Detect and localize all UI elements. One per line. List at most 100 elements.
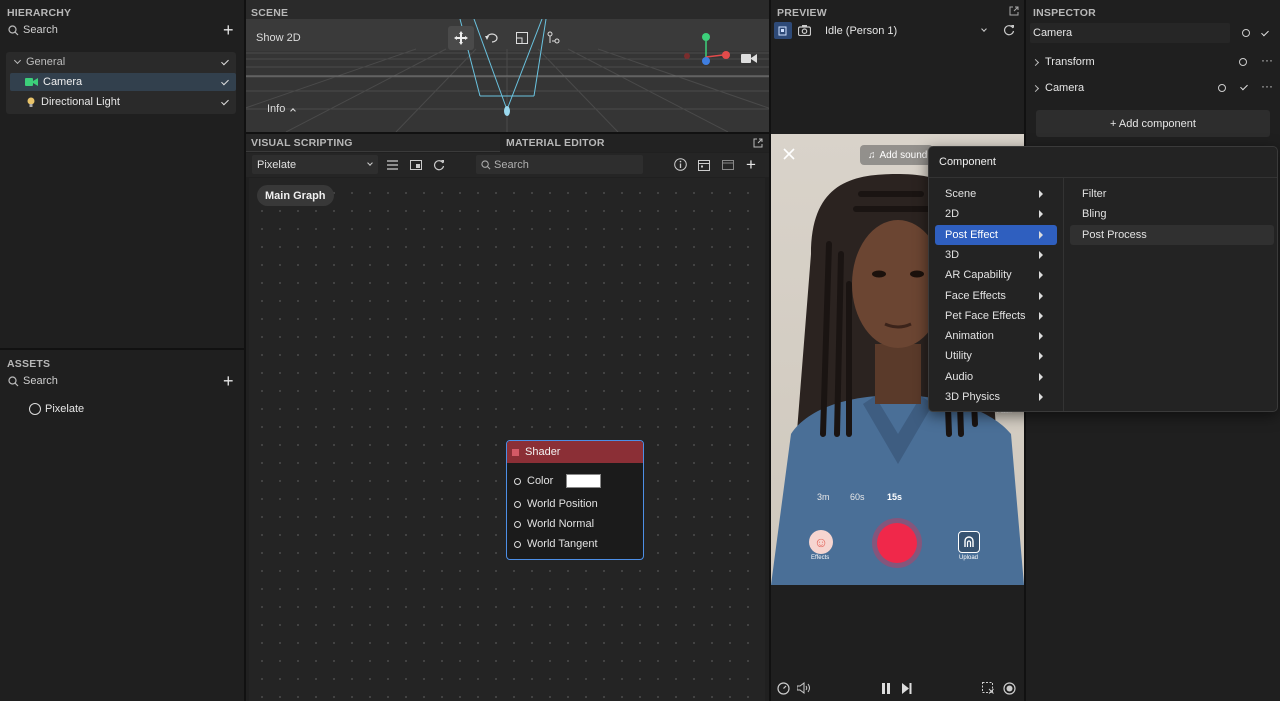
menu-item-utility[interactable]: Utility <box>935 346 1057 366</box>
snapshot-camera-icon[interactable] <box>798 25 811 36</box>
tree-item-directional-light[interactable]: Directional Light <box>10 93 236 111</box>
preview-mode-select[interactable]: Idle (Person 1) <box>821 22 991 40</box>
visibility-check-icon[interactable] <box>220 57 231 68</box>
material-icon <box>29 403 41 415</box>
volume-icon[interactable] <box>797 682 811 694</box>
menu-item-pet-face-effects[interactable]: Pet Face Effects <box>935 306 1057 326</box>
popout-icon[interactable] <box>1009 6 1019 16</box>
port-circle-icon[interactable] <box>514 540 521 548</box>
chevron-right-icon[interactable] <box>1031 84 1040 92</box>
list-icon[interactable] <box>387 160 398 170</box>
port-world-position[interactable]: World Position <box>514 498 598 510</box>
menu-item-audio[interactable]: Audio <box>935 367 1057 387</box>
enabled-check-icon[interactable] <box>1260 28 1271 39</box>
tab-visual-scripting[interactable]: VISUAL SCRIPTING <box>246 134 500 152</box>
hierarchy-title: HIERARCHY <box>7 7 72 19</box>
submenu-item-bling[interactable]: Bling <box>1070 204 1274 224</box>
scene-grid <box>246 19 769 132</box>
menu-item-2d[interactable]: 2D <box>935 204 1057 224</box>
port-color[interactable]: Color <box>514 474 602 488</box>
menu-item-scene[interactable]: Scene <box>935 184 1057 204</box>
duration-60s[interactable]: 60s <box>850 492 865 502</box>
calendar-icon[interactable] <box>698 159 710 171</box>
chevron-right-icon[interactable] <box>1031 58 1040 66</box>
duration-15s[interactable]: 15s <box>887 492 902 502</box>
menu-item-animation[interactable]: Animation <box>935 326 1057 346</box>
color-swatch[interactable] <box>566 474 602 488</box>
scale-icon[interactable] <box>516 32 528 44</box>
port-circle-icon[interactable] <box>514 500 521 508</box>
add-node-button[interactable]: + <box>746 156 756 173</box>
record-button[interactable] <box>872 518 922 568</box>
move-icon <box>454 31 468 45</box>
fullscreen-icon[interactable] <box>982 682 994 694</box>
pivot-icon[interactable] <box>547 31 560 44</box>
popout-icon[interactable] <box>753 138 763 148</box>
radio-dot-icon[interactable] <box>1239 58 1247 66</box>
add-asset-button[interactable]: + <box>223 372 234 390</box>
menu-item-3d-physics[interactable]: 3D Physics <box>935 387 1057 407</box>
port-world-normal[interactable]: World Normal <box>514 518 594 530</box>
visibility-check-icon[interactable] <box>220 97 231 108</box>
visibility-check-icon[interactable] <box>220 77 231 88</box>
caret-right-icon <box>1039 271 1043 279</box>
vs-search[interactable]: Search <box>476 155 643 174</box>
shader-node-header[interactable]: Shader <box>507 441 643 463</box>
frame-icon[interactable] <box>410 160 422 170</box>
add-component-button[interactable]: + Add component <box>1036 110 1270 137</box>
hierarchy-search-placeholder: Search <box>23 24 58 36</box>
menu-item-label: AR Capability <box>945 269 1012 281</box>
add-object-button[interactable]: + <box>223 21 234 39</box>
port-world-tangent[interactable]: World Tangent <box>514 538 598 550</box>
info-icon[interactable] <box>674 158 687 171</box>
more-icon[interactable]: ··· <box>1261 79 1273 93</box>
close-preview-button[interactable] <box>783 148 795 160</box>
enabled-check-icon[interactable] <box>1239 82 1250 93</box>
visual-scripting-panel: VISUAL SCRIPTING MATERIAL EDITOR Pixelat… <box>246 134 769 701</box>
submenu-item-post-process[interactable]: Post Process <box>1070 225 1274 245</box>
radio-dot-icon[interactable] <box>1218 84 1226 92</box>
speed-icon[interactable] <box>777 682 790 695</box>
menu-item-ar-capability[interactable]: AR Capability <box>935 265 1057 285</box>
chevron-down-icon[interactable] <box>13 56 22 65</box>
menu-item-3d[interactable]: 3D <box>935 245 1057 265</box>
radio-dot-icon[interactable] <box>1242 29 1250 37</box>
submenu-item-filter[interactable]: Filter <box>1070 184 1274 204</box>
move-tool-button[interactable] <box>448 26 474 50</box>
panel-icon[interactable] <box>722 160 734 170</box>
graph-select[interactable]: Pixelate <box>252 155 378 174</box>
menu-item-post-effect[interactable]: Post Effect <box>935 225 1057 245</box>
more-icon[interactable]: ··· <box>1261 53 1273 67</box>
scene-viewport[interactable]: Show 2D Info <box>246 19 769 132</box>
duration-3m[interactable]: 3m <box>817 492 830 502</box>
graph-canvas[interactable]: Main Graph Shader Color World Position W… <box>249 178 765 701</box>
port-circle-icon[interactable] <box>514 520 521 528</box>
camera-view-icon[interactable] <box>741 53 757 64</box>
rotate-icon[interactable] <box>485 32 499 44</box>
main-graph-tab[interactable]: Main Graph <box>257 185 334 206</box>
upload-button[interactable] <box>958 531 980 553</box>
component-camera[interactable]: Camera ··· <box>1026 78 1280 98</box>
shader-node[interactable]: Shader Color World Position World Normal… <box>506 440 644 560</box>
port-circle-icon[interactable] <box>514 477 521 485</box>
tree-item-camera[interactable]: Camera <box>10 73 236 91</box>
asset-item-pixelate[interactable]: Pixelate <box>29 403 84 415</box>
pause-icon[interactable] <box>881 683 891 694</box>
effects-button[interactable]: ☺ <box>809 530 833 554</box>
add-sound-button[interactable]: ♫ Add sound <box>860 145 934 165</box>
refresh-icon[interactable] <box>433 159 445 171</box>
menu-item-face-effects[interactable]: Face Effects <box>935 286 1057 306</box>
object-name-field[interactable]: Camera <box>1030 23 1230 43</box>
assets-search[interactable]: Search <box>8 375 58 387</box>
caret-right-icon <box>1039 373 1043 381</box>
step-forward-icon[interactable] <box>902 683 912 694</box>
tab-material-editor[interactable]: MATERIAL EDITOR <box>500 134 769 152</box>
device-toggle-button[interactable] <box>774 22 792 39</box>
tree-item-general[interactable]: General <box>6 54 236 70</box>
show-2d-label[interactable]: Show 2D <box>256 32 301 44</box>
record-toggle-icon[interactable] <box>1003 682 1016 695</box>
component-transform[interactable]: Transform ··· <box>1026 52 1280 72</box>
refresh-icon[interactable] <box>1003 24 1015 36</box>
info-toggle[interactable]: Info <box>267 103 297 115</box>
hierarchy-search[interactable]: Search <box>8 24 58 36</box>
